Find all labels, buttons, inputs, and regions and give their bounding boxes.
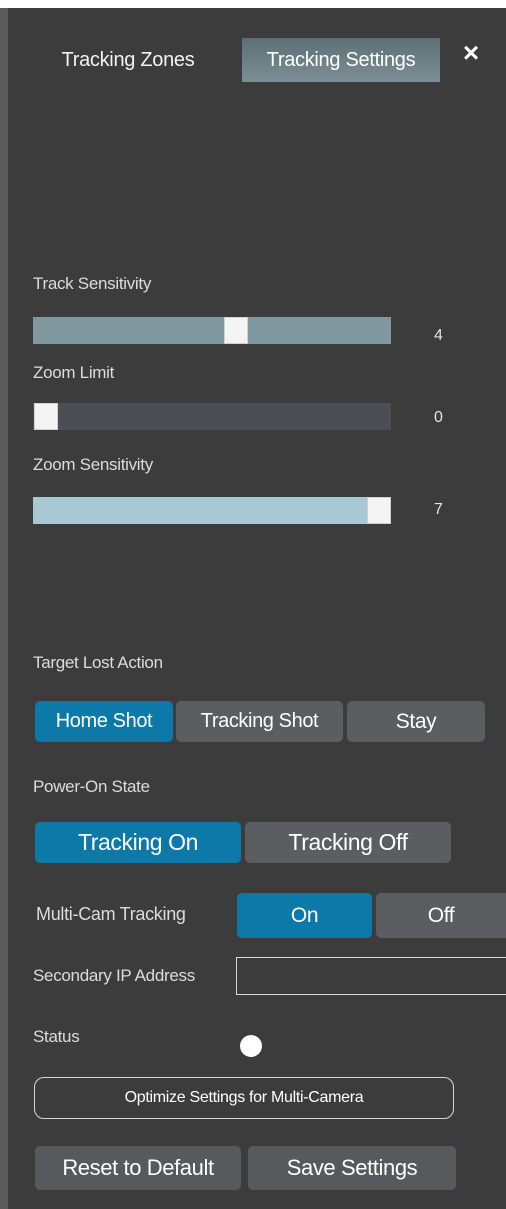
tracking-on-button[interactable]: Tracking On	[35, 822, 241, 863]
zoom-sensitivity-label: Zoom Sensitivity	[33, 455, 153, 474]
zoom-limit-slider[interactable]	[33, 403, 391, 430]
track-sensitivity-label: Track Sensitivity	[33, 274, 152, 293]
tracking-off-button[interactable]: Tracking Off	[245, 822, 451, 863]
secondary-ip-input[interactable]	[236, 957, 506, 995]
status-indicator-icon	[240, 1035, 262, 1057]
tab-tracking-zones[interactable]: Tracking Zones	[48, 38, 208, 82]
status-label: Status	[33, 1027, 80, 1046]
tracking-settings-panel: Tracking Zones Tracking Settings × Track…	[8, 8, 506, 1209]
tracking-shot-button[interactable]: Tracking Shot	[176, 701, 343, 742]
save-settings-button[interactable]: Save Settings	[248, 1146, 456, 1190]
optimize-multi-camera-button[interactable]: Optimize Settings for Multi-Camera	[34, 1077, 454, 1119]
zoom-limit-thumb[interactable]	[34, 403, 58, 430]
track-sensitivity-thumb[interactable]	[224, 317, 248, 344]
window-edge	[0, 8, 8, 1209]
track-sensitivity-slider[interactable]	[33, 317, 391, 344]
zoom-sensitivity-slider[interactable]	[33, 497, 391, 524]
track-sensitivity-value: 4	[434, 327, 443, 344]
track-sensitivity-fill	[33, 317, 391, 344]
multi-cam-tracking-label: Multi-Cam Tracking	[36, 904, 186, 924]
reset-to-default-button[interactable]: Reset to Default	[35, 1146, 241, 1190]
zoom-sensitivity-thumb[interactable]	[367, 497, 391, 524]
stay-button[interactable]: Stay	[347, 701, 485, 742]
zoom-sensitivity-value: 7	[434, 501, 443, 518]
zoom-sensitivity-fill	[33, 497, 391, 524]
power-on-state-label: Power-On State	[33, 777, 150, 796]
secondary-ip-label: Secondary IP Address	[33, 966, 195, 985]
tab-tracking-settings[interactable]: Tracking Settings	[242, 38, 440, 82]
home-shot-button[interactable]: Home Shot	[35, 701, 173, 742]
target-lost-action-label: Target Lost Action	[33, 653, 163, 672]
multi-cam-off-button[interactable]: Off	[376, 893, 506, 938]
close-icon[interactable]: ×	[456, 37, 486, 68]
zoom-limit-label: Zoom Limit	[33, 363, 115, 382]
multi-cam-on-button[interactable]: On	[237, 893, 372, 938]
zoom-limit-value: 0	[434, 409, 443, 426]
